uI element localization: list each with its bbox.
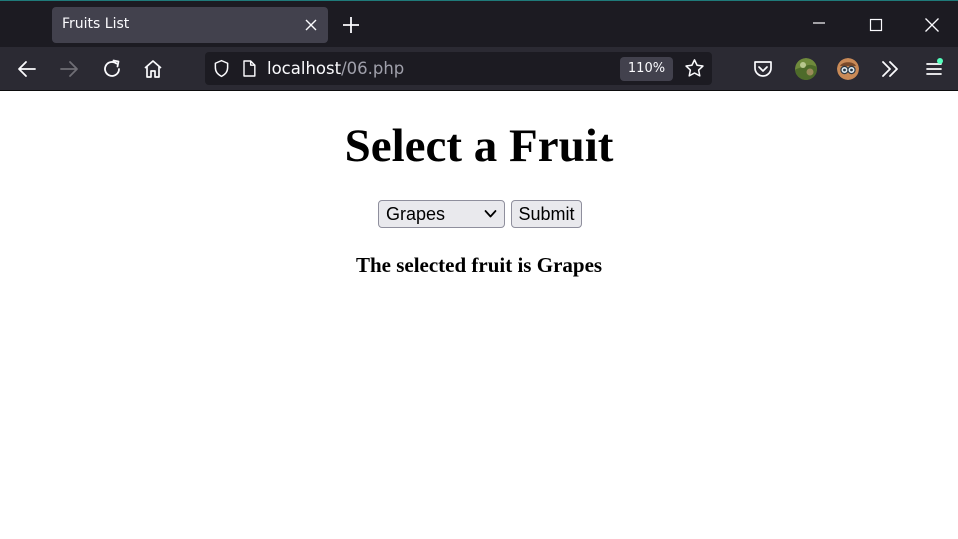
- hamburger-menu-icon[interactable]: [922, 57, 946, 81]
- minimize-icon[interactable]: [805, 11, 833, 39]
- result-text: The selected fruit is Grapes: [355, 253, 603, 277]
- submit-button[interactable]: Submit: [511, 200, 582, 228]
- browser-toolbar: localhost/06.php 110%: [0, 47, 958, 91]
- window-close-icon[interactable]: [918, 11, 946, 39]
- page-content: Select a Fruit Grapes Submit The selecte…: [0, 92, 958, 539]
- fruit-select[interactable]: Grapes: [378, 200, 505, 228]
- shield-icon[interactable]: [211, 58, 232, 79]
- browser-titlebar: Fruits List: [0, 0, 958, 47]
- fruit-select-value: Grapes: [386, 204, 446, 224]
- overflow-chevrons-icon[interactable]: [878, 57, 902, 81]
- plus-icon[interactable]: [340, 14, 362, 36]
- reload-icon[interactable]: [100, 57, 124, 81]
- chevron-down-icon: [484, 210, 497, 218]
- pocket-icon[interactable]: [751, 57, 775, 81]
- page-title: Select a Fruit: [344, 120, 614, 172]
- url-host: localhost: [267, 59, 342, 78]
- url-text[interactable]: localhost/06.php: [267, 59, 404, 78]
- url-bar[interactable]: localhost/06.php 110%: [205, 52, 712, 85]
- url-path: /06.php: [341, 59, 405, 78]
- tab-title: Fruits List: [62, 16, 130, 32]
- extension-avatar-icon[interactable]: [837, 58, 859, 80]
- star-icon[interactable]: [683, 57, 706, 80]
- close-icon[interactable]: [302, 16, 320, 34]
- extension-avatar-icon[interactable]: [795, 58, 817, 80]
- maximize-icon[interactable]: [862, 11, 890, 39]
- home-icon[interactable]: [141, 57, 165, 81]
- forward-arrow-icon[interactable]: [57, 57, 81, 81]
- browser-tab[interactable]: Fruits List: [52, 7, 328, 43]
- page-icon[interactable]: [239, 58, 259, 79]
- zoom-level-button[interactable]: 110%: [620, 57, 673, 81]
- back-arrow-icon[interactable]: [15, 57, 39, 81]
- notification-dot: [937, 58, 943, 64]
